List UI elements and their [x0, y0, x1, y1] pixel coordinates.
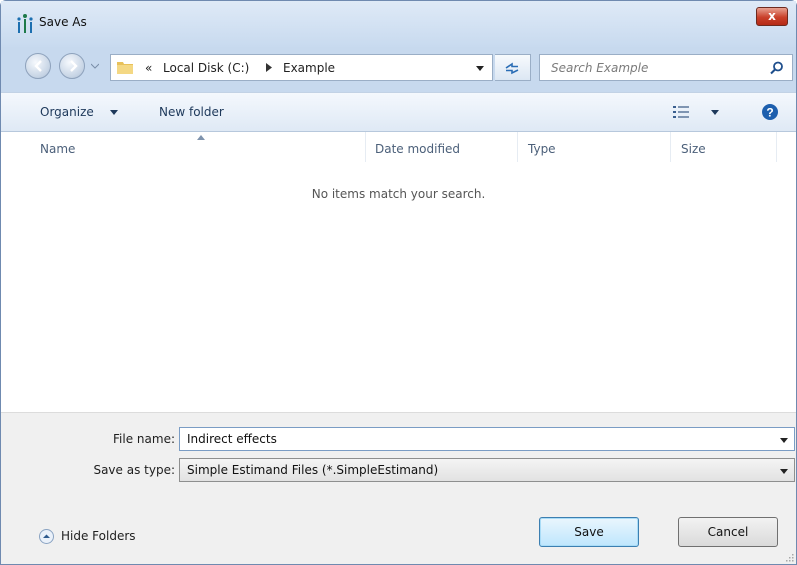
- breadcrumb-local-disk[interactable]: Local Disk (C:): [163, 61, 249, 75]
- command-bar: Organize New folder ?: [1, 92, 796, 132]
- window-title: Save As: [39, 15, 87, 29]
- chevron-up-icon[interactable]: [39, 529, 54, 544]
- close-button[interactable]: x: [756, 7, 788, 26]
- sort-ascending-icon: [197, 135, 205, 140]
- refresh-button[interactable]: [495, 54, 531, 81]
- help-icon[interactable]: ?: [761, 103, 779, 121]
- save-type-dropdown-icon[interactable]: [780, 469, 788, 474]
- search-input[interactable]: Search Example: [539, 54, 793, 81]
- app-icon: [17, 14, 33, 33]
- save-options-panel: File name: Indirect effects Save as type…: [1, 412, 796, 564]
- column-header-type[interactable]: Type: [528, 142, 556, 156]
- title-bar: Save As x: [1, 1, 796, 47]
- address-bar[interactable]: « Local Disk (C:) Example: [110, 54, 493, 81]
- file-list[interactable]: Name Date modified Type Size No items ma…: [1, 132, 796, 412]
- filename-value[interactable]: Indirect effects: [187, 432, 277, 446]
- forward-button[interactable]: [59, 53, 85, 79]
- forward-arrow-icon: [70, 60, 78, 72]
- back-arrow-icon: [34, 60, 42, 72]
- refresh-icon: [505, 62, 519, 75]
- recent-pages-dropdown-icon[interactable]: [91, 62, 99, 70]
- save-as-dialog: Save As x « Local Disk (C:) Example Sear…: [0, 0, 797, 565]
- filename-field[interactable]: Indirect effects: [179, 427, 795, 451]
- hide-folders-button[interactable]: Hide Folders: [61, 529, 136, 543]
- column-divider[interactable]: [670, 132, 671, 162]
- save-type-value: Simple Estimand Files (*.SimpleEstimand): [187, 463, 439, 477]
- breadcrumb-overflow[interactable]: «: [145, 61, 152, 75]
- column-header-date-modified[interactable]: Date modified: [375, 142, 460, 156]
- breadcrumb-example[interactable]: Example: [283, 61, 335, 75]
- new-folder-button[interactable]: New folder: [159, 105, 224, 119]
- folder-icon: [117, 62, 133, 74]
- chevron-down-icon[interactable]: [110, 110, 118, 115]
- save-type-label: Save as type:: [93, 463, 175, 477]
- views-icon[interactable]: [673, 105, 689, 119]
- breadcrumb-separator-icon[interactable]: [266, 63, 273, 72]
- empty-list-message: No items match your search.: [311, 187, 486, 201]
- column-header-name[interactable]: Name: [40, 142, 75, 156]
- search-icon[interactable]: [770, 61, 784, 75]
- cancel-button[interactable]: Cancel: [678, 517, 778, 547]
- save-button[interactable]: Save: [539, 517, 639, 547]
- organize-menu[interactable]: Organize: [40, 105, 94, 119]
- filename-label: File name:: [113, 432, 175, 446]
- svg-text:?: ?: [766, 106, 773, 120]
- resize-grip-icon[interactable]: [784, 552, 794, 562]
- views-dropdown-icon[interactable]: [711, 110, 719, 115]
- search-placeholder: Search Example: [551, 61, 649, 75]
- column-divider[interactable]: [365, 132, 366, 162]
- save-type-select[interactable]: Simple Estimand Files (*.SimpleEstimand): [179, 458, 795, 482]
- column-divider[interactable]: [517, 132, 518, 162]
- filename-dropdown-icon[interactable]: [780, 438, 788, 443]
- back-button[interactable]: [25, 53, 51, 79]
- column-header-size[interactable]: Size: [681, 142, 706, 156]
- address-dropdown-icon[interactable]: [476, 66, 484, 71]
- column-divider[interactable]: [776, 132, 777, 162]
